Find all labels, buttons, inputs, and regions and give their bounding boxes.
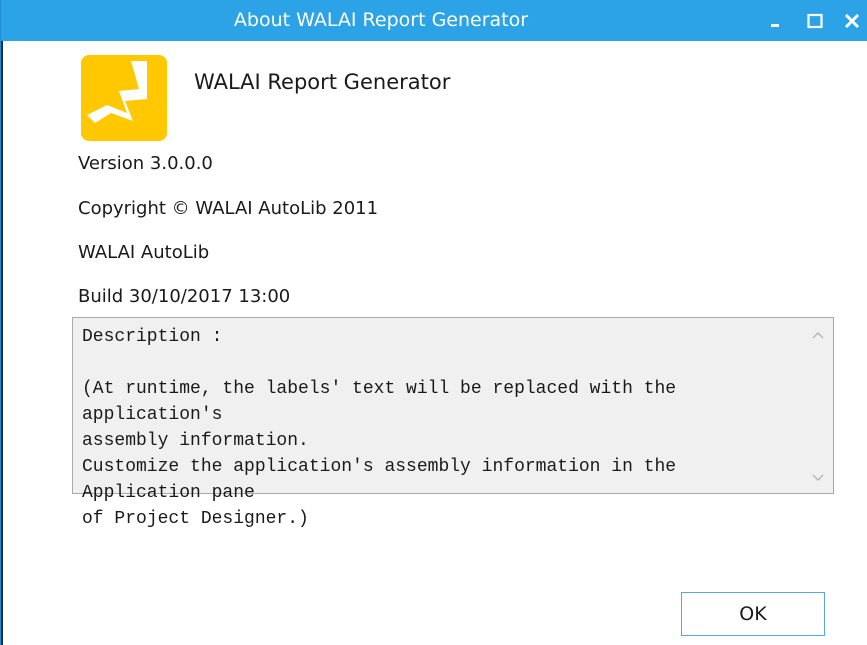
- product-name: WALAI Report Generator: [194, 70, 451, 94]
- description-textbox[interactable]: Description : (At runtime, the labels' t…: [72, 317, 834, 529]
- copyright-label: Copyright © WALAI AutoLib 2011: [78, 198, 379, 219]
- chevron-down-icon: [812, 474, 824, 481]
- close-icon: [844, 13, 860, 28]
- minimize-button[interactable]: [761, 0, 791, 41]
- about-dialog: About WALAI Report Generator WALAI Repor…: [0, 0, 867, 645]
- close-button[interactable]: [837, 0, 867, 41]
- description-text: Description : (At runtime, the labels' t…: [82, 327, 677, 529]
- company-label: WALAI AutoLib: [78, 242, 210, 263]
- ok-button[interactable]: OK: [681, 592, 825, 636]
- chevron-up-icon: [812, 332, 824, 339]
- maximize-icon: [807, 13, 823, 28]
- version-label: Version 3.0.0.0: [78, 153, 213, 174]
- window-left-border: [1, 41, 3, 645]
- minimize-icon: [771, 23, 779, 27]
- vertical-scrollbar[interactable]: [803, 318, 833, 493]
- title-bar[interactable]: About WALAI Report Generator: [1, 0, 867, 41]
- build-label: Build 30/10/2017 13:00: [78, 286, 291, 307]
- maximize-button[interactable]: [800, 0, 830, 41]
- window-title: About WALAI Report Generator: [233, 9, 529, 31]
- scroll-down-button[interactable]: [803, 465, 833, 491]
- scroll-up-button[interactable]: [803, 322, 833, 348]
- app-logo-icon: [81, 55, 167, 141]
